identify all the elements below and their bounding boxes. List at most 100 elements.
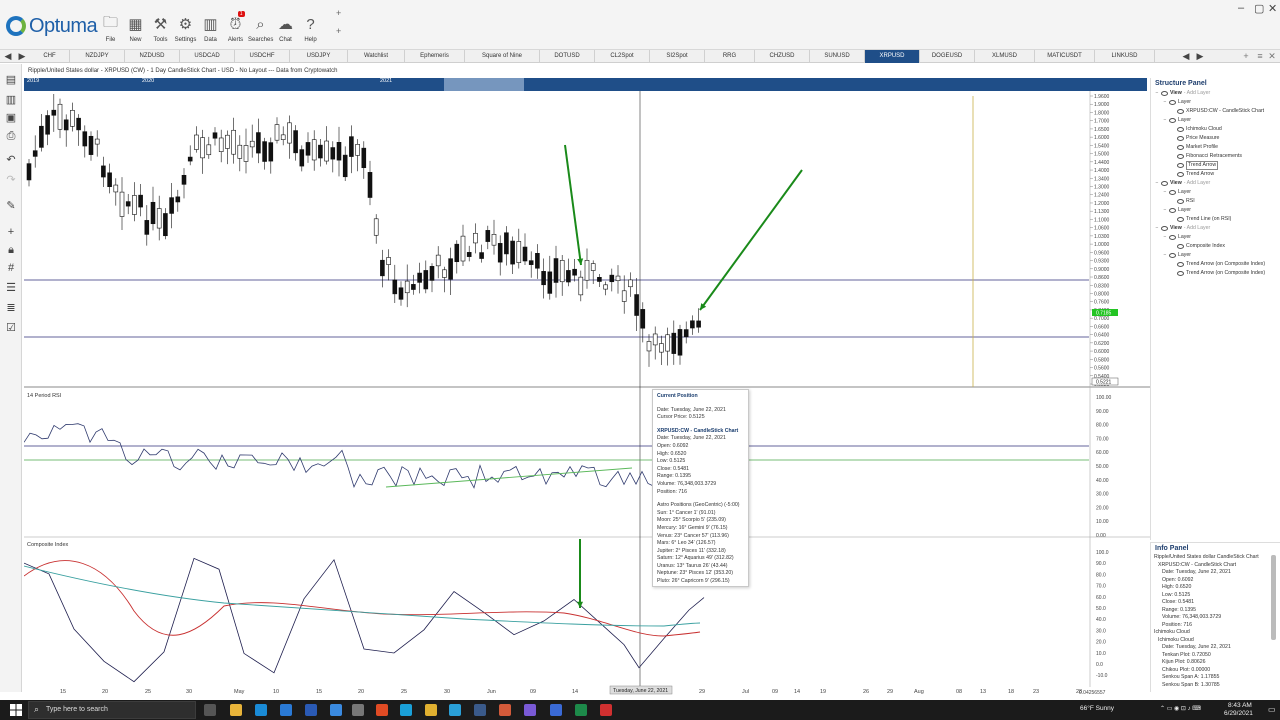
page-icon[interactable]: ▤ — [3, 72, 19, 88]
tab-linkusd[interactable]: LINKUSD — [1095, 50, 1155, 63]
weather-widget[interactable]: 66°F Sunny — [1080, 705, 1114, 712]
add-layer-link[interactable]: - Add Layer — [1184, 89, 1211, 98]
layers-icon[interactable]: ☰ — [3, 280, 19, 296]
structure-row[interactable]: Price Measure — [1155, 134, 1280, 143]
ribbon-add-icon[interactable]: + — [336, 8, 341, 18]
windows-start-icon[interactable] — [10, 704, 22, 716]
notification-icon[interactable]: ▭ — [1268, 705, 1276, 714]
edge-browser-icon[interactable] — [400, 704, 412, 716]
structure-row[interactable]: Trend Line (on RSI) — [1155, 215, 1280, 224]
expand-toggle-icon[interactable]: − — [1163, 98, 1167, 107]
tab-ephemeris[interactable]: Ephemeris — [405, 50, 465, 63]
structure-row[interactable]: Ichimoku Cloud — [1155, 125, 1280, 134]
tab-list-icon[interactable]: ≡ — [1254, 50, 1266, 63]
tab-usdjpy[interactable]: USDJPY — [290, 50, 348, 63]
app-icon[interactable] — [499, 704, 511, 716]
mail-icon[interactable] — [280, 704, 292, 716]
app-icon[interactable] — [524, 704, 536, 716]
brave-icon[interactable] — [376, 704, 388, 716]
structure-row[interactable]: − View - Add Layer — [1155, 179, 1280, 188]
tab-dotusd[interactable]: DOTUSD — [540, 50, 595, 63]
taskbar-search-input[interactable]: ⌕ Type here to search — [28, 701, 196, 719]
structure-row[interactable]: Trend Arrow (on Composite Index) — [1155, 260, 1280, 269]
close-icon[interactable]: ✕ — [1268, 2, 1277, 15]
structure-row[interactable]: XRPUSD:CW - CandleStick Chart — [1155, 107, 1280, 116]
timeline-window-handle[interactable] — [444, 78, 524, 91]
visibility-eye-icon[interactable] — [1177, 217, 1184, 222]
add-layer-link[interactable]: - Add Layer — [1184, 224, 1211, 233]
structure-row[interactable]: Fibonacci Retracements — [1155, 152, 1280, 161]
visibility-eye-icon[interactable] — [1169, 208, 1176, 213]
chart-area[interactable]: 1.9600 1.9000 1.8000 1.7000 1.6500 1.6000 1.54… — [24, 91, 1150, 700]
alerts-button[interactable]: ⏰︎ 1 Alerts — [223, 11, 248, 43]
save-icon[interactable]: ▣ — [3, 110, 19, 126]
tab-usdchf[interactable]: USDCHF — [235, 50, 290, 63]
add-layer-link[interactable]: - Add Layer — [1184, 179, 1211, 188]
tab-close-icon[interactable]: ✕ — [1266, 50, 1278, 63]
visibility-eye-icon[interactable] — [1169, 118, 1176, 123]
checklist-icon[interactable]: ☑ — [3, 320, 19, 336]
structure-row[interactable]: Trend Arrow — [1155, 170, 1280, 179]
structure-row[interactable]: − Layer — [1155, 251, 1280, 260]
expand-toggle-icon[interactable]: − — [1155, 179, 1159, 188]
chrome-icon[interactable] — [425, 704, 437, 716]
edge-icon[interactable] — [255, 704, 267, 716]
minimize-icon[interactable]: – — [1238, 2, 1244, 14]
expand-toggle-icon[interactable]: − — [1163, 251, 1167, 260]
file-explorer-icon[interactable] — [230, 704, 242, 716]
structure-row[interactable]: RSI — [1155, 197, 1280, 206]
structure-row[interactable]: − Layer — [1155, 98, 1280, 107]
visibility-eye-icon[interactable] — [1177, 172, 1184, 177]
settings-button[interactable]: ⚙ Settings — [173, 14, 198, 43]
print-icon[interactable]: ⎙ — [3, 128, 19, 144]
visibility-eye-icon[interactable] — [1177, 154, 1184, 159]
clock-date[interactable]: 6/29/2021 — [1224, 710, 1253, 717]
tab-cl2spot[interactable]: CL2Spot — [595, 50, 650, 63]
chat-button[interactable]: ☁ Chat — [273, 14, 298, 43]
lock-icon[interactable]: 🔒︎ — [3, 242, 19, 258]
searches-button[interactable]: ⌕ Searches — [248, 14, 273, 44]
expand-toggle-icon[interactable]: − — [1155, 224, 1159, 233]
photos-icon[interactable] — [305, 704, 317, 716]
structure-row[interactable]: − Layer — [1155, 233, 1280, 242]
undo-icon[interactable]: ↶ — [3, 152, 19, 168]
excel-icon[interactable] — [575, 704, 587, 716]
visibility-eye-icon[interactable] — [1177, 145, 1184, 150]
maximize-icon[interactable]: ▢ — [1254, 2, 1264, 15]
file-button[interactable]: 🗀 File — [98, 14, 123, 44]
tab-chzusd[interactable]: CHZUSD — [755, 50, 810, 63]
open-icon[interactable]: ▥ — [3, 92, 19, 108]
tab-usdcad[interactable]: USDCAD — [180, 50, 235, 63]
visibility-eye-icon[interactable] — [1177, 127, 1184, 132]
tab-dogeusd[interactable]: DOGEUSD — [920, 50, 975, 63]
app-icon[interactable] — [600, 704, 612, 716]
expand-toggle-icon[interactable]: − — [1163, 206, 1167, 215]
new-button[interactable]: ▦ New — [123, 14, 148, 43]
tab-add-icon[interactable]: + — [1240, 50, 1252, 63]
steam-icon[interactable] — [474, 704, 486, 716]
visibility-eye-icon[interactable] — [1177, 271, 1184, 276]
expand-toggle-icon[interactable]: − — [1163, 188, 1167, 197]
visibility-eye-icon[interactable] — [1177, 109, 1184, 114]
tab-watchlist[interactable]: Watchlist — [348, 50, 405, 63]
visibility-eye-icon[interactable] — [1161, 226, 1168, 231]
help-button[interactable]: ? Help — [298, 14, 323, 44]
structure-row[interactable]: − Layer — [1155, 206, 1280, 215]
tab-maticusdt[interactable]: MATICUSDT — [1035, 50, 1095, 63]
tab-nzdjpy[interactable]: NZDJPY — [70, 50, 125, 63]
tab-sunusd[interactable]: SUNUSD — [810, 50, 865, 63]
timeline-navigator[interactable]: 2019 2020 2021 — [24, 78, 1147, 91]
structure-row[interactable]: Composite Index — [1155, 242, 1280, 251]
tools-button[interactable]: ⚒ Tools — [148, 14, 173, 43]
tab-forward-arrow-icon[interactable]: ▶ — [16, 50, 28, 63]
structure-row[interactable]: Market Profile — [1155, 143, 1280, 152]
store-icon[interactable] — [330, 704, 342, 716]
tab-xrpusd[interactable]: XRPUSD — [865, 50, 920, 63]
pencil-tool-icon[interactable]: ✎ — [3, 198, 19, 214]
structure-row[interactable]: Trend Arrow (on Composite Index) — [1155, 269, 1280, 278]
tab-si2spot[interactable]: SI2Spot — [650, 50, 705, 63]
tab-nzdusd[interactable]: NZDUSD — [125, 50, 180, 63]
visibility-eye-icon[interactable] — [1177, 163, 1184, 168]
tab-scroll-right-icon[interactable]: ▶ — [1194, 50, 1206, 63]
visibility-eye-icon[interactable] — [1177, 244, 1184, 249]
